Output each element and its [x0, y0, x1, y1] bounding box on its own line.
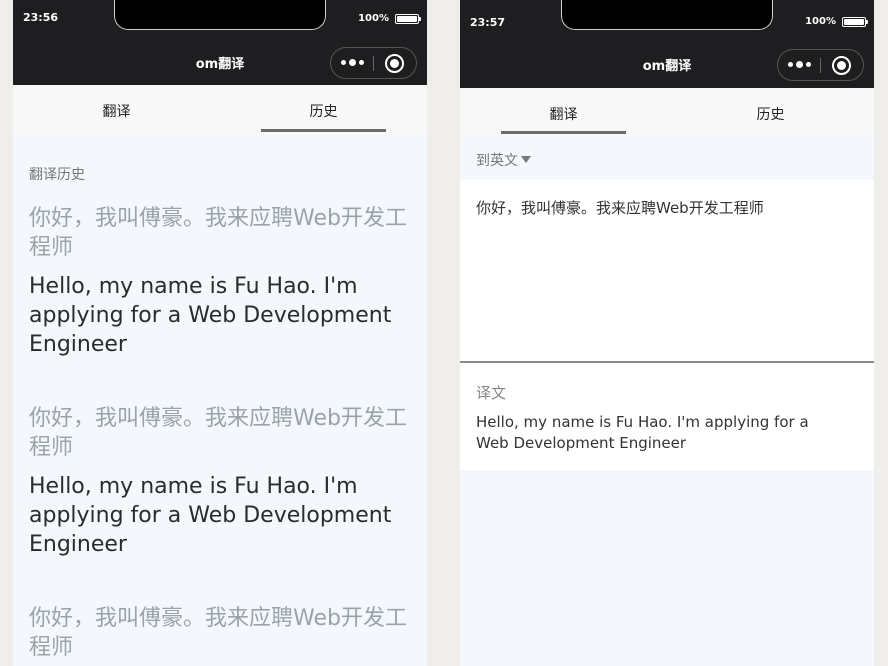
- tab-translate[interactable]: 翻译: [13, 85, 220, 134]
- tab-history[interactable]: 历史: [220, 85, 427, 134]
- history-translation-text: Hello, my name is Fu Hao. I'm applying f…: [29, 274, 392, 357]
- close-target-icon[interactable]: [385, 54, 404, 73]
- active-tab-indicator: [501, 131, 626, 134]
- tab-bar: 翻译 历史: [13, 85, 427, 134]
- language-selector-bar: 到英文: [460, 136, 874, 180]
- history-source-text: 你好，我叫傅豪。我来应聘Web开发工程师: [29, 206, 407, 260]
- more-icon[interactable]: [341, 57, 365, 69]
- battery-icon: [395, 14, 421, 24]
- target-language-select[interactable]: 到英文: [476, 150, 531, 170]
- history-source-text: 你好，我叫傅豪。我来应聘Web开发工程师: [29, 406, 407, 460]
- phone-translate-screen: 23:57 100% om翻译 翻译 历史 到英文 你好，我叫傅豪。我来应聘We…: [460, 0, 874, 666]
- history-title: 翻译历史: [29, 167, 85, 183]
- tab-history[interactable]: 历史: [667, 88, 874, 136]
- history-item[interactable]: 你好，我叫傅豪。我来应聘Web开发工程师 Hello, my name is F…: [29, 404, 414, 559]
- mini-program-capsule: [777, 49, 864, 81]
- history-source-text: 你好，我叫傅豪。我来应聘Web开发工程师: [29, 606, 407, 660]
- capsule-divider: [373, 56, 374, 71]
- history-item[interactable]: 你好，我叫傅豪。我来应聘Web开发工程师: [29, 604, 414, 662]
- more-icon[interactable]: [788, 59, 812, 71]
- active-tab-indicator: [261, 129, 386, 132]
- phone-history-screen: 23:56 100% om翻译 翻译 历史 翻译历史 你好，我叫傅豪。我来应聘W…: [13, 0, 427, 666]
- battery-percent: 100%: [805, 16, 836, 27]
- tab-translate[interactable]: 翻译: [460, 88, 667, 136]
- status-time: 23:57: [470, 16, 506, 29]
- status-time: 23:56: [23, 11, 59, 24]
- history-translation-text: Hello, my name is Fu Hao. I'm applying f…: [29, 474, 392, 557]
- close-target-icon[interactable]: [832, 56, 851, 75]
- device-notch: [114, 0, 326, 30]
- capsule-divider: [820, 58, 821, 73]
- history-list: 翻译历史 你好，我叫傅豪。我来应聘Web开发工程师 Hello, my name…: [13, 134, 427, 666]
- battery-percent: 100%: [358, 13, 389, 24]
- status-bar: 23:56 100%: [13, 0, 427, 36]
- result-label: 译文: [476, 384, 507, 402]
- result-text: Hello, my name is Fu Hao. I'm applying f…: [476, 413, 809, 452]
- caret-down-icon: [521, 156, 531, 163]
- history-item[interactable]: 你好，我叫傅豪。我来应聘Web开发工程师 Hello, my name is F…: [29, 204, 414, 359]
- status-bar: 23:57 100%: [460, 0, 874, 38]
- mini-program-capsule: [330, 47, 417, 79]
- nav-bar: om翻译: [13, 36, 427, 85]
- device-notch: [561, 0, 773, 30]
- battery-icon: [842, 17, 868, 27]
- translation-result-panel: 译文 Hello, my name is Fu Hao. I'm applyin…: [460, 363, 874, 470]
- nav-bar: om翻译: [460, 38, 874, 88]
- tab-bar: 翻译 历史: [460, 88, 874, 136]
- source-text-value: 你好，我叫傅豪。我来应聘Web开发工程师: [476, 199, 764, 217]
- target-language-label: 到英文: [476, 153, 518, 169]
- source-text-input[interactable]: 你好，我叫傅豪。我来应聘Web开发工程师: [460, 180, 874, 363]
